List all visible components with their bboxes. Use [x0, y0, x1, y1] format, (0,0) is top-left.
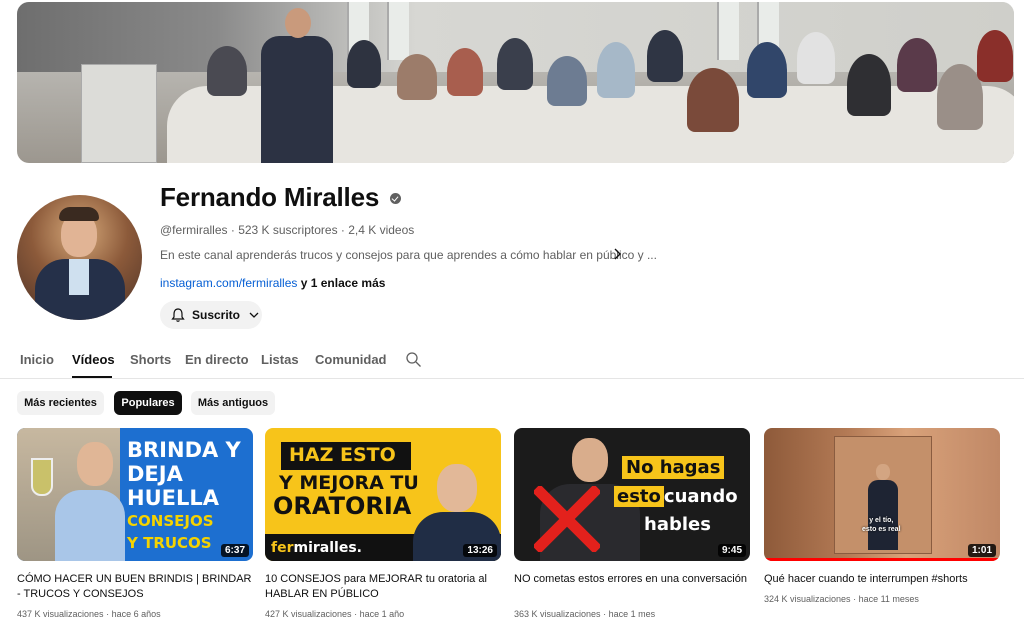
video-duration: 6:37	[220, 544, 249, 557]
video-views: 363 K visualizaciones	[514, 609, 601, 619]
red-x-icon	[534, 486, 600, 552]
more-links[interactable]: y 1 enlace más	[297, 276, 386, 290]
video-age: hace 1 mes	[608, 609, 656, 619]
video-views: 324 K visualizaciones	[764, 594, 851, 604]
video-meta: 363 K visualizaciones · hace 1 mes	[514, 609, 656, 619]
video-views: 427 K visualizaciones	[265, 609, 352, 619]
video-title[interactable]: 10 CONSEJOS para MEJORAR tu oratoria al …	[265, 572, 501, 602]
video-meta: 324 K visualizaciones · hace 11 meses	[764, 594, 919, 604]
thumbnail-brand: fermiralles.	[271, 540, 362, 556]
instagram-link[interactable]: instagram.com/fermiralles	[160, 276, 297, 290]
thumbnail-caption: y el tío, esto es real	[862, 517, 901, 533]
channel-avatar[interactable]	[17, 195, 142, 320]
video-duration: 1:01	[967, 544, 996, 557]
channel-banner	[17, 2, 1014, 163]
video-age: hace 1 año	[359, 609, 405, 619]
video-title[interactable]: Qué hacer cuando te interrumpen #shorts	[764, 572, 1000, 587]
video-age: hace 6 años	[111, 609, 161, 619]
search-icon[interactable]	[405, 351, 422, 368]
active-tab-indicator	[72, 376, 112, 378]
tab-comunidad[interactable]: Comunidad	[315, 352, 387, 367]
thumbnail-text: HAZ ESTO	[289, 444, 396, 466]
video-title[interactable]: CÓMO HACER UN BUEN BRINDIS | BRINDAR - T…	[17, 572, 253, 602]
chevron-down-icon	[249, 312, 259, 318]
video-meta: 427 K visualizaciones · hace 1 año	[265, 609, 405, 619]
chip-mas-recientes[interactable]: Más recientes	[17, 391, 104, 415]
tab-en-directo[interactable]: En directo	[185, 352, 249, 367]
video-thumbnail[interactable]: No hagas esto cuando hables 9:45	[514, 428, 750, 561]
thumbnail-text: ORATORIA	[273, 492, 412, 520]
thumbnail-text: Y MEJORA TU	[279, 472, 419, 494]
video-duration: 13:26	[463, 544, 497, 557]
thumbnail-text: hables	[644, 514, 711, 535]
tab-listas[interactable]: Listas	[261, 352, 299, 367]
channel-description[interactable]: En este canal aprenderás trucos y consej…	[160, 248, 657, 262]
subscribed-button[interactable]: Suscrito	[160, 301, 262, 329]
channel-links: instagram.com/fermiralles y 1 enlace más	[160, 276, 385, 290]
chevron-right-icon[interactable]	[610, 247, 624, 261]
thumbnail-text: esto cuando	[614, 486, 738, 507]
chip-mas-antiguos[interactable]: Más antiguos	[191, 391, 275, 415]
video-views: 437 K visualizaciones	[17, 609, 104, 619]
video-thumbnail[interactable]: y el tío, esto es real 1:01	[764, 428, 1000, 561]
chip-populares[interactable]: Populares	[114, 391, 182, 415]
thumbnail-text: BRINDA Y DEJA HUELLA CONSEJOS Y TRUCOS	[127, 438, 241, 552]
video-duration: 9:45	[717, 544, 746, 557]
subscribed-label: Suscrito	[192, 308, 241, 322]
video-thumbnail[interactable]: HAZ ESTO Y MEJORA TU ORATORIA fermiralle…	[265, 428, 501, 561]
verified-check-icon	[390, 193, 401, 204]
bell-icon	[171, 308, 185, 322]
video-thumbnail[interactable]: BRINDA Y DEJA HUELLA CONSEJOS Y TRUCOS 6…	[17, 428, 253, 561]
tab-videos[interactable]: Vídeos	[72, 352, 115, 367]
tab-shorts[interactable]: Shorts	[130, 352, 171, 367]
channel-meta: @fermiralles · 523 K suscriptores · 2,4 …	[160, 223, 415, 237]
thumbnail-text: No hagas	[622, 456, 725, 479]
video-meta: 437 K visualizaciones · hace 6 años	[17, 609, 161, 619]
watch-progress-bar	[764, 558, 1000, 561]
channel-name: Fernando Miralles	[160, 182, 380, 212]
channel-tabs: Inicio Vídeos Shorts En directo Listas C…	[0, 341, 1024, 379]
video-age: hace 11 meses	[858, 594, 919, 604]
tab-inicio[interactable]: Inicio	[20, 352, 54, 367]
video-title[interactable]: NO cometas estos errores en una conversa…	[514, 572, 750, 587]
